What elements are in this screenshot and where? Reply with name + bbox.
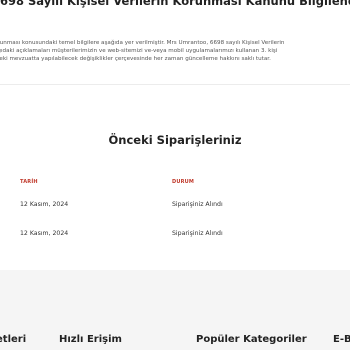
column-header-date: TARİH [20,179,38,185]
order-status: Siparişiniz Alındı [172,230,223,237]
table-row[interactable]: 12 Kasım, 2024 Siparişiniz Alındı [20,219,330,248]
policy-heading: 6698 Sayılı Kişisel Verilerin Korunması … [0,0,350,8]
footer-column-quick-access[interactable]: Hızlı Erişim [59,334,122,345]
page: 6698 Sayılı Kişisel Verilerin Korunması … [0,0,350,350]
policy-text-line: ağıdaki açıklamaları müşterilerimizin ve… [0,48,278,55]
policy-text-line: orunması konusundaki temel bilgilere aşa… [0,40,285,46]
footer-column-popular-categories[interactable]: Popüler Kategoriler [196,334,307,345]
orders-title: Önceki Siparişleriniz [108,133,242,147]
section-divider [0,84,350,85]
column-header-status: DURUM [172,179,195,185]
table-row[interactable]: 12 Kasım, 2024 Siparişiniz Alındı [20,190,330,219]
footer: etleri Hızlı Erişim Popüler Kategoriler … [0,270,350,350]
orders-table-header: TARİH DURUM [20,174,330,190]
footer-column-title[interactable]: etleri [0,334,26,345]
footer-column-title[interactable]: E-B [333,334,350,345]
order-date: 12 Kasım, 2024 [20,230,69,237]
policy-text: orunması konusundaki temel bilgilere aşa… [0,39,350,64]
order-status: Siparişiniz Alındı [172,201,223,208]
orders-table: TARİH DURUM 12 Kasım, 2024 Siparişiniz A… [20,174,330,248]
order-date: 12 Kasım, 2024 [20,201,69,208]
policy-text-line: kteki mevzuatta yapılabilecek değişiklik… [0,56,271,63]
